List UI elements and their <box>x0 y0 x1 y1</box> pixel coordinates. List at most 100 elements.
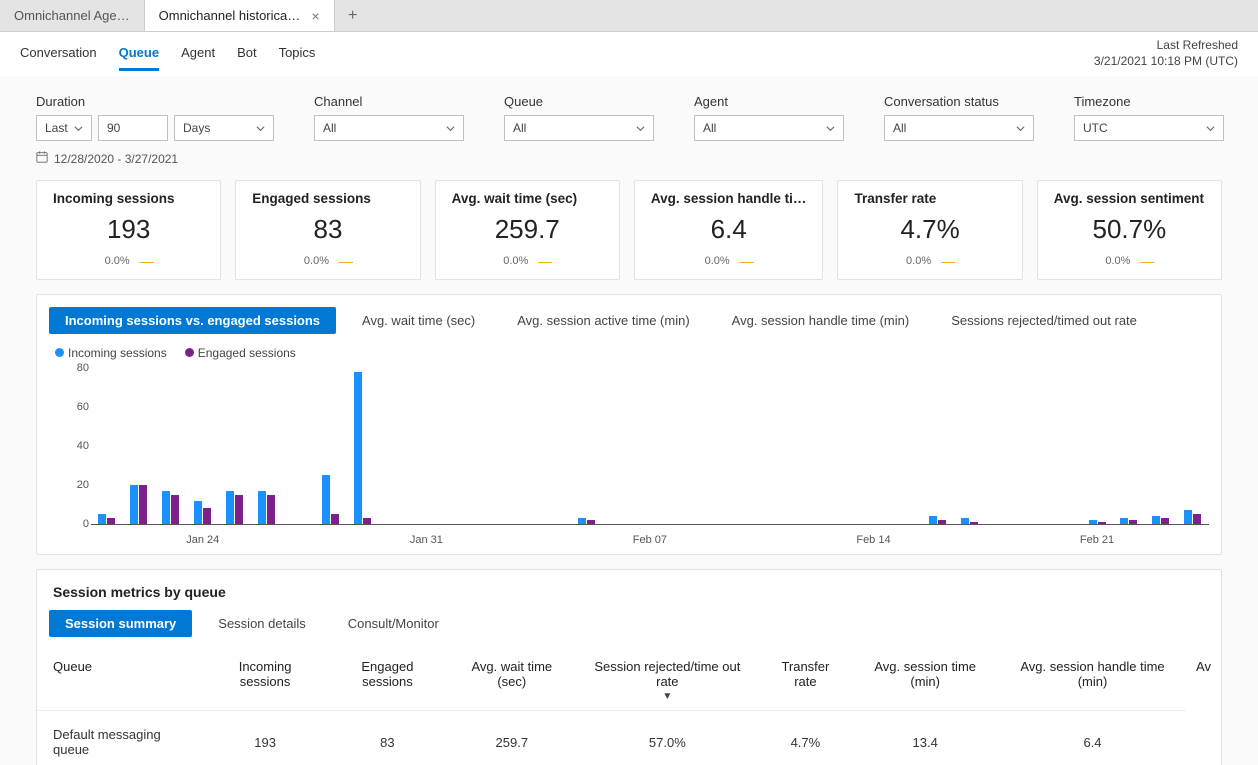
agent-select[interactable]: All <box>694 115 844 141</box>
legend-swatch-icon <box>55 348 64 357</box>
kpi-card[interactable]: Avg. wait time (sec)259.70.0%— <box>435 180 620 280</box>
chart-legend: Incoming sessions Engaged sessions <box>37 342 1221 364</box>
kpi-title: Transfer rate <box>854 191 1005 206</box>
bar-incoming <box>961 518 969 524</box>
table-cell: Default messaging queue <box>37 711 204 765</box>
kpi-card[interactable]: Avg. session sentiment50.7%0.0%— <box>1037 180 1222 280</box>
bar-engaged <box>1129 520 1137 524</box>
kpi-card[interactable]: Transfer rate4.7%0.0%— <box>837 180 1022 280</box>
bar-slot: Feb 21 <box>1081 520 1113 524</box>
bar-slot <box>347 372 379 524</box>
chevron-down-icon <box>445 123 455 133</box>
bar-slot <box>315 475 347 524</box>
select-value: UTC <box>1083 121 1108 135</box>
kpi-value: 193 <box>53 214 204 245</box>
tab-conversation[interactable]: Conversation <box>20 37 97 71</box>
select-value: 90 <box>107 121 120 135</box>
duration-unit-select[interactable]: Days <box>174 115 274 141</box>
filter-timezone: Timezone UTC <box>1074 94 1224 141</box>
kpi-delta: 0.0%— <box>452 253 603 269</box>
table-column-header[interactable]: Queue <box>37 651 204 711</box>
duration-period-select[interactable]: Last <box>36 115 92 141</box>
tab-topics[interactable]: Topics <box>279 37 316 71</box>
tab-bot[interactable]: Bot <box>237 37 257 71</box>
kpi-delta: 0.0%— <box>651 253 807 269</box>
close-icon[interactable]: × <box>311 8 319 24</box>
filter-duration: Duration Last 90 Days <box>36 94 274 141</box>
bar-slot: Jan 24 <box>187 501 219 524</box>
last-refreshed-value: 3/21/2021 10:18 PM (UTC) <box>1094 54 1238 70</box>
table-cell: 259.7 <box>448 711 575 765</box>
select-value: All <box>323 121 336 135</box>
channel-select[interactable]: All <box>314 115 464 141</box>
y-axis-tick: 60 <box>55 401 89 413</box>
tab-queue[interactable]: Queue <box>119 37 159 71</box>
kpi-card[interactable]: Incoming sessions1930.0%— <box>36 180 221 280</box>
bar-incoming <box>98 514 106 524</box>
report-scroll-area[interactable]: Duration Last 90 Days Channel All <box>0 76 1258 765</box>
table-column-header[interactable]: Avg. session handle time (min) <box>999 651 1186 711</box>
filter-agent: Agent All <box>694 94 844 141</box>
table-column-header[interactable]: Avg. wait time (sec) <box>448 651 575 711</box>
kpi-card[interactable]: Avg. session handle ti…6.40.0%— <box>634 180 824 280</box>
filter-status: Conversation status All <box>884 94 1034 141</box>
report-subnav: Conversation Queue Agent Bot Topics <box>20 37 315 71</box>
table-column-header[interactable]: Avg. session time (min) <box>851 651 999 711</box>
chart-tab[interactable]: Sessions rejected/timed out rate <box>935 307 1153 334</box>
last-refreshed: Last Refreshed 3/21/2021 10:18 PM (UTC) <box>1094 38 1238 69</box>
kpi-delta: 0.0%— <box>252 253 403 269</box>
app-tab-active[interactable]: Omnichannel historical an… × <box>145 0 335 31</box>
bar-engaged <box>938 520 946 524</box>
timezone-select[interactable]: UTC <box>1074 115 1224 141</box>
legend-swatch-icon <box>185 348 194 357</box>
y-axis-tick: 0 <box>55 518 89 530</box>
duration-value-select[interactable]: 90 <box>98 115 168 141</box>
chart-tab[interactable]: Avg. session active time (min) <box>501 307 705 334</box>
table-column-header[interactable]: Incoming sessions <box>204 651 327 711</box>
x-axis-tick: Feb 07 <box>633 534 667 546</box>
status-select[interactable]: All <box>884 115 1034 141</box>
table-tab[interactable]: Session details <box>202 610 321 637</box>
trend-flat-icon: — <box>339 253 352 269</box>
table-column-header[interactable]: Session rejected/time out rate▼ <box>575 651 759 711</box>
table-tab[interactable]: Session summary <box>49 610 192 637</box>
chart-tab[interactable]: Incoming sessions vs. engaged sessions <box>49 307 336 334</box>
x-axis-tick: Feb 14 <box>856 534 890 546</box>
last-refreshed-label: Last Refreshed <box>1094 38 1238 54</box>
trend-flat-icon: — <box>538 253 551 269</box>
chart-tab[interactable]: Avg. session handle time (min) <box>716 307 926 334</box>
queue-select[interactable]: All <box>504 115 654 141</box>
kpi-value: 83 <box>252 214 403 245</box>
chevron-down-icon <box>1205 123 1215 133</box>
table-tab[interactable]: Consult/Monitor <box>332 610 455 637</box>
bar-incoming <box>1120 518 1128 524</box>
table-column-header[interactable]: Transfer rate <box>759 651 851 711</box>
filter-label: Duration <box>36 94 274 109</box>
x-axis-tick: Jan 24 <box>186 534 219 546</box>
table-row[interactable]: Default messaging queue19383259.757.0%4.… <box>37 711 1221 765</box>
add-tab-button[interactable]: + <box>335 0 371 31</box>
table-cell: 4.7% <box>759 711 851 765</box>
kpi-card[interactable]: Engaged sessions830.0%— <box>235 180 420 280</box>
bars-container: Jan 24Jan 31Feb 07Feb 14Feb 21 <box>91 368 1209 524</box>
bar-incoming <box>194 501 202 524</box>
table-cell: 57.0% <box>575 711 759 765</box>
table-title: Session metrics by queue <box>37 584 1221 610</box>
table-column-header[interactable]: Av <box>1186 651 1221 711</box>
app-tab[interactable]: Omnichannel Age… <box>0 0 145 31</box>
bar-incoming <box>1089 520 1097 524</box>
bar-engaged <box>1161 518 1169 524</box>
filter-label: Timezone <box>1074 94 1224 109</box>
chart-tab-row: Incoming sessions vs. engaged sessions Av… <box>37 295 1221 342</box>
bar-engaged <box>267 495 275 524</box>
session-metrics-card: Session metrics by queue Session summary… <box>36 569 1222 765</box>
chart-tab[interactable]: Avg. wait time (sec) <box>346 307 491 334</box>
bar-slot <box>1177 510 1209 524</box>
chevron-down-icon <box>73 123 83 133</box>
bar-engaged <box>139 485 147 524</box>
chart-baseline <box>91 524 1209 525</box>
tab-agent[interactable]: Agent <box>181 37 215 71</box>
table-cell: 83 <box>326 711 448 765</box>
table-column-header[interactable]: Engaged sessions <box>326 651 448 711</box>
bar-slot <box>123 485 155 524</box>
